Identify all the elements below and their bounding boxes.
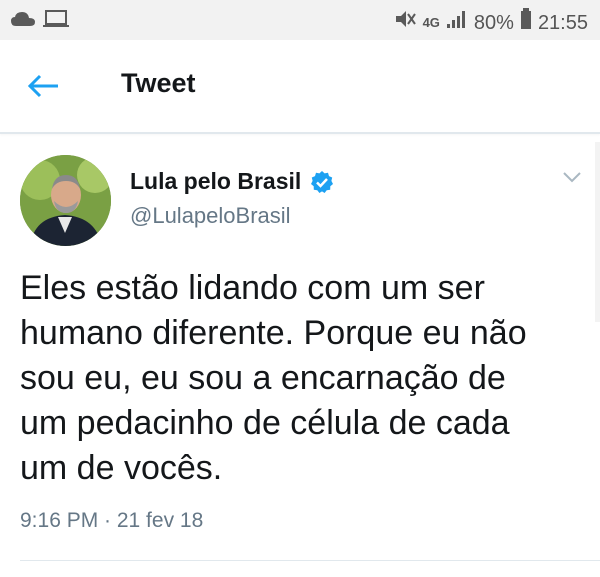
page-title: Tweet: [121, 68, 196, 98]
back-arrow-icon: [26, 74, 62, 104]
avatar[interactable]: [20, 155, 111, 246]
tweet-timestamp: 9:16 PM · 21 fev 18: [20, 509, 204, 532]
network-type: 4G: [422, 14, 440, 30]
status-left: [10, 9, 70, 35]
scroll-edge: [595, 142, 600, 322]
back-button[interactable]: [26, 72, 66, 102]
tweet-text-line: um pedacinho de célula de cada: [20, 404, 510, 442]
author-name[interactable]: Lula pelo Brasil: [130, 168, 301, 195]
tweet-text-line: um de vocês.: [20, 449, 223, 487]
tweet-text: Eles estão lidando com um ser humano dif…: [20, 266, 580, 491]
laptop-icon: [42, 9, 70, 35]
cloud-icon: [10, 10, 36, 34]
divider: [20, 560, 600, 561]
mute-icon: [393, 8, 417, 37]
screen: 4G 80% 21:55 Tweet Lula pelo Brasil @Lul…: [0, 0, 600, 577]
author-handle[interactable]: @LulapeloBrasil: [130, 203, 291, 229]
tweet-text-line: Eles estão lidando com um ser: [20, 269, 485, 307]
tweet-text-line: sou eu, eu sou a encarnação de: [20, 359, 506, 397]
battery-icon: [520, 8, 532, 37]
signal-icon: [446, 9, 468, 36]
chevron-down-icon: [562, 171, 582, 188]
tweet-text-line: humano diferente. Porque eu não: [20, 314, 527, 352]
verified-badge-icon: [310, 170, 334, 194]
status-right: 4G 80% 21:55: [393, 8, 588, 37]
clock: 21:55: [537, 11, 588, 34]
tweet-options-button[interactable]: [562, 170, 582, 184]
status-bar: 4G 80% 21:55: [0, 0, 600, 40]
battery-percentage: 80%: [473, 11, 514, 34]
app-header: Tweet: [0, 40, 600, 134]
